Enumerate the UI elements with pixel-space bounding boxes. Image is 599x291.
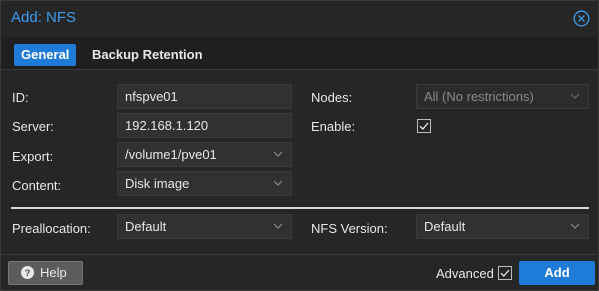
advanced-checkbox[interactable] (498, 266, 512, 280)
tab-general[interactable]: General (14, 44, 77, 66)
nfs-version-label: NFS Version: (311, 221, 388, 236)
export-value: /volume1/pve01 (125, 147, 217, 162)
question-circle-icon: ? (21, 266, 34, 279)
chevron-down-icon (570, 223, 580, 229)
server-field[interactable]: 192.168.1.120 (117, 113, 292, 138)
help-label: Help (40, 265, 67, 280)
add-button[interactable]: Add (519, 261, 595, 285)
nfs-version-select[interactable]: Default (416, 214, 589, 239)
server-label: Server: (12, 119, 54, 134)
preallocation-label: Preallocation: (12, 221, 91, 236)
export-label: Export: (12, 149, 54, 164)
nodes-label: Nodes: (311, 90, 353, 105)
nodes-value: All (No restrictions) (424, 89, 534, 104)
close-icon[interactable] (573, 10, 590, 27)
preallocation-select[interactable]: Default (117, 214, 292, 239)
svg-text:?: ? (25, 268, 31, 279)
content-value: Disk image (125, 176, 190, 191)
tab-backup-retention[interactable]: Backup Retention (85, 44, 210, 66)
dialog-title: Add: NFS (11, 9, 77, 26)
id-field[interactable]: nfspve01 (117, 84, 292, 109)
help-button[interactable]: ? Help (8, 261, 83, 285)
nodes-select[interactable]: All (No restrictions) (416, 84, 589, 109)
preallocation-value: Default (125, 219, 167, 234)
enable-checkbox[interactable] (417, 119, 431, 133)
nfs-version-value: Default (424, 219, 466, 234)
enable-label: Enable: (311, 119, 356, 134)
content-select[interactable]: Disk image (117, 171, 292, 196)
tab-bar: General Backup Retention (1, 37, 598, 70)
dialog-titlebar: Add: NFS (1, 1, 598, 37)
chevron-down-icon (273, 180, 283, 186)
general-form: ID: nfspve01 Server: 192.168.1.120 Expor… (1, 71, 598, 253)
id-label: ID: (12, 90, 29, 105)
chevron-down-icon (570, 93, 580, 99)
dialog-footer: ? Help Advanced Add (1, 254, 598, 290)
chevron-down-icon (273, 223, 283, 229)
export-select[interactable]: /volume1/pve01 (117, 142, 292, 167)
content-label: Content: (12, 178, 62, 193)
chevron-down-icon (273, 151, 283, 157)
add-nfs-dialog: Add: NFS General Backup Retention ID: nf… (0, 0, 599, 291)
section-divider (11, 207, 589, 209)
advanced-label: Advanced (436, 266, 494, 281)
server-value: 192.168.1.120 (125, 118, 209, 133)
id-value: nfspve01 (125, 89, 178, 104)
